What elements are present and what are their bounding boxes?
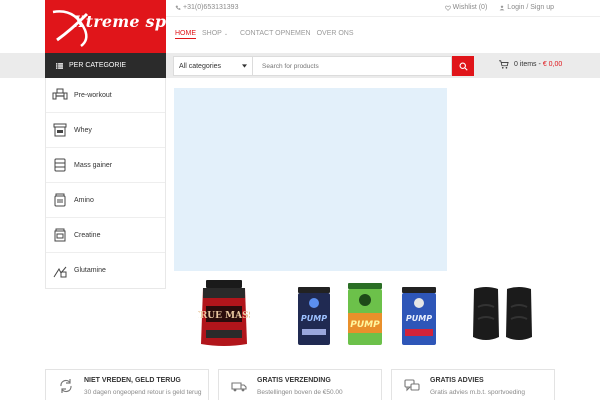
feature-free-advice: GRATIS ADVIES Gratis advies m.b.t. sport… xyxy=(391,369,555,400)
feature-desc: 30 dagen ongeopend retour is geld terug xyxy=(84,389,202,396)
sidebar-item-label: Amino xyxy=(74,196,94,204)
wishlist-link[interactable]: Wishlist (0) xyxy=(444,4,488,11)
nav-home[interactable]: HOME xyxy=(175,30,196,39)
whey-icon xyxy=(53,123,67,137)
pump-tub-blue-image[interactable]: PUMP xyxy=(296,287,332,347)
sidebar-item-pre-workout[interactable]: Pre-workout xyxy=(46,78,165,113)
sidebar-item-glutamine[interactable]: Glutamine xyxy=(46,253,165,288)
search-button[interactable] xyxy=(452,56,474,76)
chat-icon xyxy=(404,379,420,392)
pre-workout-icon xyxy=(52,88,68,100)
heart-icon xyxy=(444,5,451,11)
product-label: PUMP xyxy=(350,320,380,330)
chevron-down-icon: ⌄ xyxy=(223,31,229,37)
feature-desc: Gratis advies m.b.t. sportvoeding xyxy=(430,389,526,396)
feature-title: GRATIS ADVIES xyxy=(430,377,484,384)
nav-about[interactable]: OVER ONS xyxy=(317,30,354,39)
feature-title: GRATIS VERZENDING xyxy=(257,377,331,384)
cart-items: 0 items xyxy=(514,61,537,68)
mass-gainer-icon xyxy=(54,158,66,172)
logo-text: Xtreme sport xyxy=(73,12,166,31)
caret-down-icon xyxy=(242,64,247,68)
glutamine-icon xyxy=(53,266,67,277)
sidebar-item-mass-gainer[interactable]: Mass gainer xyxy=(46,148,165,183)
login-label: Login / Sign up xyxy=(507,4,554,11)
category-menu-button[interactable]: PER CATEGORIE xyxy=(45,53,166,78)
feature-free-shipping: GRATIS VERZENDING Bestellingen boven de … xyxy=(218,369,382,400)
site-logo[interactable]: Xtreme sport xyxy=(45,0,166,53)
product-label: TRUE MASS xyxy=(198,311,250,321)
cart-icon xyxy=(499,60,509,69)
list-icon xyxy=(56,62,63,69)
sidebar-item-creatine[interactable]: Creatine xyxy=(46,218,165,253)
feature-desc: Bestellingen boven de €50.00 xyxy=(257,389,343,396)
phone-icon xyxy=(175,5,181,10)
truck-icon xyxy=(231,382,247,392)
main-nav: HOME SHOP ⌄ CONTACT OPNEMEN OVER ONS xyxy=(175,30,360,39)
nav-shop-label: SHOP xyxy=(202,30,222,37)
category-menu-label: PER CATEGORIE xyxy=(69,62,127,69)
search-icon xyxy=(458,61,468,71)
sidebar-item-label: Whey xyxy=(74,126,92,134)
cart-separator: - xyxy=(538,61,541,68)
cart-summary[interactable]: 0 items - € 0,00 xyxy=(499,60,562,69)
product-label: PUMP xyxy=(301,314,327,323)
nav-contact[interactable]: CONTACT OPNEMEN xyxy=(240,30,311,39)
product-label: PUMP xyxy=(406,314,432,323)
creatine-icon xyxy=(54,228,66,242)
pump-tub-red-image[interactable]: PUMP xyxy=(400,287,438,347)
search-input[interactable] xyxy=(253,56,452,76)
top-divider xyxy=(166,16,600,17)
black-knee-sleeves-image[interactable] xyxy=(470,285,536,345)
feature-bar: NIET VREDEN, GELD TERUG 30 dagen ongeope… xyxy=(45,369,555,400)
phone-number[interactable]: +31(0)653131393 xyxy=(175,4,238,11)
category-sidebar: Pre-workout Whey Mass gainer Amino Creat… xyxy=(45,78,166,289)
feature-title: NIET VREDEN, GELD TERUG xyxy=(84,377,181,384)
sidebar-item-whey[interactable]: Whey xyxy=(46,113,165,148)
sidebar-item-label: Mass gainer xyxy=(74,161,113,169)
feature-money-back: NIET VREDEN, GELD TERUG 30 dagen ongeope… xyxy=(45,369,209,400)
sidebar-item-label: Creatine xyxy=(74,231,101,239)
sidebar-item-amino[interactable]: Amino xyxy=(46,183,165,218)
refresh-icon xyxy=(60,379,72,393)
pump-tub-green-image[interactable]: PUMP xyxy=(345,283,385,347)
category-select-value: All categories xyxy=(179,62,222,70)
sidebar-item-label: Glutamine xyxy=(74,267,106,274)
phone-text: +31(0)653131393 xyxy=(183,4,239,11)
true-mass-tub-image[interactable]: TRUE MASS xyxy=(198,280,250,348)
nav-shop[interactable]: SHOP ⌄ xyxy=(202,30,234,39)
wishlist-label: Wishlist (0) xyxy=(452,4,488,11)
user-icon xyxy=(499,5,505,10)
category-select[interactable]: All categories xyxy=(173,56,253,76)
sidebar-item-label: Pre-workout xyxy=(74,91,112,99)
login-link[interactable]: Login / Sign up xyxy=(499,4,554,11)
amino-icon xyxy=(54,193,66,207)
hero-banner[interactable] xyxy=(174,88,447,271)
cart-total: € 0,00 xyxy=(542,61,563,68)
